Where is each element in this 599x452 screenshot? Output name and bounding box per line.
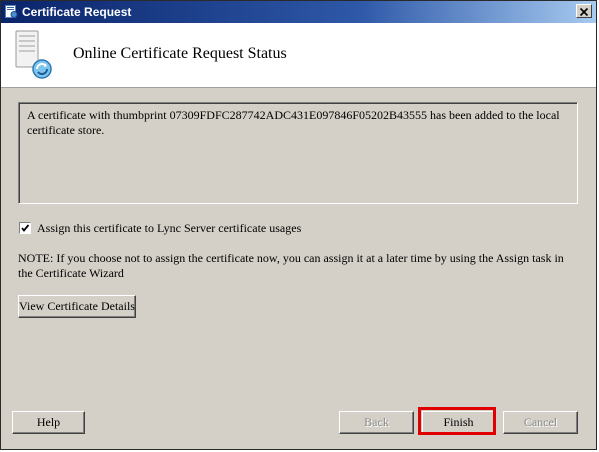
close-icon (579, 7, 589, 17)
status-message: A certificate with thumbprint 07309FDFC2… (27, 108, 560, 137)
page-title: Online Certificate Request Status (73, 45, 287, 62)
assign-checkbox[interactable] (19, 222, 31, 234)
cancel-button[interactable]: Cancel (503, 411, 578, 434)
certificate-icon (4, 4, 19, 19)
close-button[interactable] (576, 4, 592, 18)
assign-checkbox-label[interactable]: Assign this certificate to Lync Server c… (37, 221, 301, 236)
wizard-header: Online Certificate Request Status (1, 23, 596, 88)
window-title: Certificate Request (22, 5, 132, 19)
back-button[interactable]: Back (339, 411, 414, 434)
help-button[interactable]: Help (12, 411, 85, 434)
server-certificate-icon (13, 29, 59, 81)
certificate-request-dialog: Certificate Request Online Certificate R… (0, 0, 597, 450)
checkmark-icon (21, 224, 30, 232)
note-text: NOTE: If you choose not to assign the ce… (18, 251, 564, 280)
status-message-box: A certificate with thumbprint 07309FDFC2… (18, 102, 578, 204)
finish-button[interactable]: Finish (422, 411, 495, 434)
title-bar: Certificate Request (1, 1, 596, 23)
view-certificate-details-button[interactable]: View Certificate Details (18, 295, 136, 318)
